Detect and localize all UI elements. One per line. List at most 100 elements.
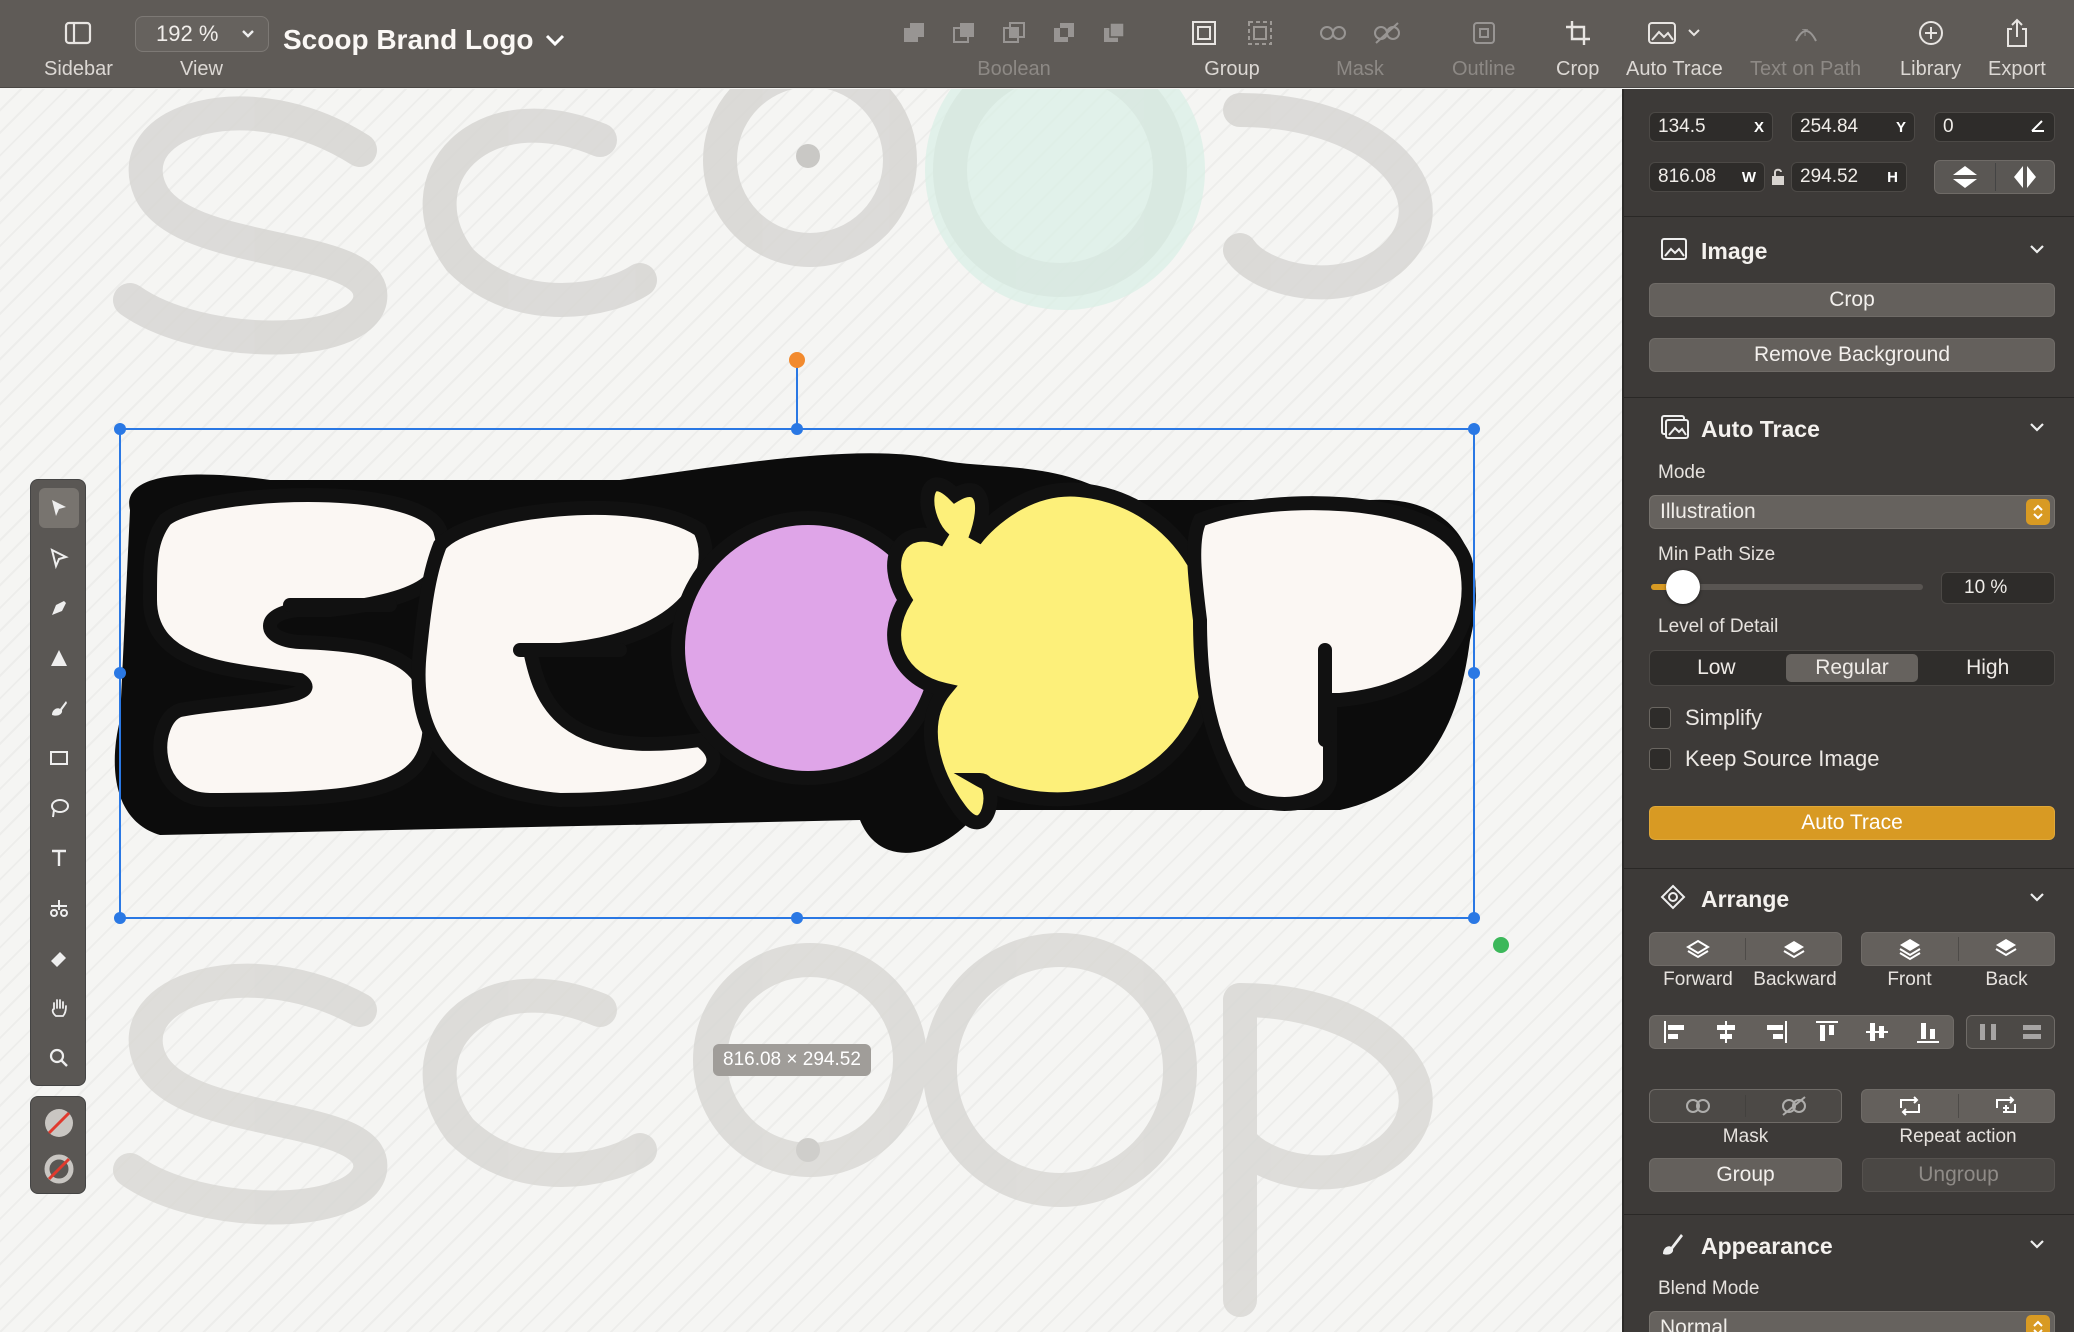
order-front-back <box>1861 932 2055 966</box>
appearance-section-header[interactable]: Appearance <box>1624 1226 2074 1266</box>
canvas[interactable]: 816.08 × 294.52 <box>0 89 1622 1332</box>
distribute-v-icon[interactable] <box>2020 1020 2044 1044</box>
blend-mode-select[interactable]: Normal <box>1649 1311 2055 1332</box>
size-badge: 816.08 × 294.52 <box>713 1044 871 1076</box>
resize-handle-ml <box>114 667 126 679</box>
remove-background-button[interactable]: Remove Background <box>1649 338 2055 372</box>
ghost-mint-blob <box>925 89 1205 310</box>
arrange-section-title: Arrange <box>1701 885 1790 912</box>
align-bottom-icon[interactable] <box>1915 1019 1941 1045</box>
library-button[interactable]: Library <box>1900 12 1961 81</box>
lasso-tool[interactable] <box>39 788 79 828</box>
auto-trace-button[interactable]: Auto Trace <box>1626 12 1723 81</box>
keep-source-checkbox[interactable]: Keep Source Image <box>1649 746 1879 772</box>
align-middle-v-icon[interactable] <box>1864 1019 1890 1045</box>
simplify-checkbox[interactable]: Simplify <box>1649 705 1762 731</box>
scissors-tool[interactable] <box>39 888 79 928</box>
sidebar-button[interactable]: Sidebar <box>44 12 113 81</box>
lock-icon[interactable] <box>1770 167 1786 192</box>
zoom-tool[interactable] <box>39 1038 79 1078</box>
repeat-transform-button[interactable] <box>1862 1094 1958 1118</box>
eraser-tool[interactable] <box>39 938 79 978</box>
x-field[interactable]: 134.5 X <box>1649 112 1773 142</box>
select-tool[interactable] <box>39 488 79 528</box>
magnifier-icon <box>49 1048 68 1067</box>
pen-tool[interactable] <box>39 588 79 628</box>
group-button[interactable]: Group <box>1190 12 1274 81</box>
crop-button[interactable]: Crop <box>1556 12 1599 81</box>
crop-button[interactable]: Crop <box>1649 283 2055 317</box>
align-right-icon[interactable] <box>1763 1019 1789 1045</box>
auto-trace-run-button[interactable]: Auto Trace <box>1649 806 2055 840</box>
repeat-buttons <box>1861 1089 2055 1123</box>
y-value: 254.84 <box>1800 116 1859 137</box>
detail-low[interactable]: Low <box>1650 651 1783 685</box>
resize-handle-br <box>1468 912 1480 924</box>
image-trace-icon <box>1648 22 1677 44</box>
unmask-button[interactable] <box>1745 1095 1841 1117</box>
hand-tool[interactable] <box>39 988 79 1028</box>
align-top-icon[interactable] <box>1814 1019 1840 1045</box>
distribute-h-icon[interactable] <box>1977 1020 2001 1044</box>
angle-field[interactable]: 0 <box>1934 112 2055 142</box>
image-section-header[interactable]: Image <box>1624 231 2074 271</box>
min-path-slider[interactable] <box>1651 570 1923 604</box>
mask-button[interactable]: Mask <box>1318 12 1402 81</box>
slider-thumb[interactable] <box>1666 570 1700 604</box>
ungroup-button[interactable]: Ungroup <box>1862 1158 2055 1192</box>
text-on-path-button[interactable]: T Text on Path <box>1750 12 1861 81</box>
align-left-icon[interactable] <box>1662 1019 1688 1045</box>
checkbox[interactable] <box>1649 707 1671 729</box>
flip-vertical-button[interactable] <box>1935 164 1995 190</box>
mode-label: Mode <box>1658 462 1706 483</box>
detail-high[interactable]: High <box>1921 651 2054 685</box>
rectangle-icon <box>50 751 68 765</box>
export-button[interactable]: Export <box>1988 12 2046 81</box>
resize-handle-bl <box>114 912 126 924</box>
checkbox[interactable] <box>1649 748 1671 770</box>
stroke-color-swatch[interactable] <box>39 1149 79 1189</box>
chevron-down-icon <box>1688 29 1701 37</box>
y-field[interactable]: 254.84 Y <box>1791 112 1915 142</box>
crop-icon <box>1564 12 1592 54</box>
arrange-icon <box>1660 884 1686 915</box>
image-icon <box>1660 237 1688 266</box>
library-label: Library <box>1900 58 1962 80</box>
detail-regular[interactable]: Regular <box>1785 654 1919 682</box>
keep-source-label: Keep Source Image <box>1685 746 1880 771</box>
group-button[interactable]: Group <box>1649 1158 1842 1192</box>
mode-select[interactable]: Illustration <box>1649 495 2055 529</box>
outline-button[interactable]: Outline <box>1452 12 1515 81</box>
repeat-icon <box>1899 1096 1920 1116</box>
mask-button[interactable] <box>1650 1097 1745 1115</box>
brush-tool[interactable] <box>39 688 79 728</box>
w-field[interactable]: 816.08 W <box>1649 162 1765 192</box>
image-section-title: Image <box>1701 237 1768 264</box>
distribute-buttons <box>1966 1015 2055 1049</box>
arrange-section-header[interactable]: Arrange <box>1624 879 2074 919</box>
rectangle-tool[interactable] <box>39 738 79 778</box>
pencil-tool[interactable] <box>39 638 79 678</box>
bring-forward-button[interactable] <box>1650 938 1745 960</box>
auto-trace-section-header[interactable]: Auto Trace <box>1624 409 2074 449</box>
text-tool[interactable] <box>39 838 79 878</box>
align-center-h-icon[interactable] <box>1713 1019 1739 1045</box>
angle-value: 0 <box>1943 116 1954 137</box>
view-label: View <box>180 58 223 80</box>
zoom-value: 192 % <box>156 21 219 46</box>
x-value: 134.5 <box>1658 116 1706 137</box>
send-backward-button[interactable] <box>1745 938 1841 960</box>
flip-horizontal-button[interactable] <box>1994 163 2055 191</box>
min-path-size-field[interactable]: 10 % <box>1941 572 2055 604</box>
zoom-select[interactable]: 192 % <box>135 16 269 52</box>
h-field[interactable]: 294.52 H <box>1791 162 1907 192</box>
bring-to-front-button[interactable] <box>1862 937 1958 961</box>
send-to-back-button[interactable] <box>1957 937 2055 961</box>
fill-color-swatch[interactable] <box>39 1103 79 1143</box>
chevron-down-icon <box>2028 1237 2046 1256</box>
direct-select-tool[interactable] <box>39 538 79 578</box>
boolean-group[interactable]: Boolean <box>900 12 1128 81</box>
document-title[interactable]: Scoop Brand Logo <box>283 24 567 56</box>
y-unit: Y <box>1895 118 1906 136</box>
repeat-duplicate-button[interactable] <box>1957 1094 2055 1118</box>
